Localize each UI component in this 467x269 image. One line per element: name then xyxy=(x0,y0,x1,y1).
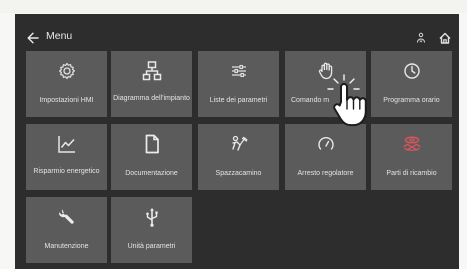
usb-icon xyxy=(145,208,158,227)
hmi-screen: Menu Impostazioni HMI Diagramma dell'imp… xyxy=(15,14,459,269)
gauge-icon xyxy=(317,137,334,150)
tile-liste-parametri[interactable]: Liste dei parametri xyxy=(198,51,279,117)
tile-unita-parametri[interactable]: Unità parametri xyxy=(111,197,192,263)
home-icon[interactable] xyxy=(438,31,452,45)
tile-spazzacamino[interactable]: Spazzacamino xyxy=(198,124,279,190)
tile-label: Risparmio energetico xyxy=(33,168,100,176)
trend-chart-icon xyxy=(57,136,75,153)
tile-manutenzione[interactable]: Manutenzione xyxy=(26,197,107,263)
document-icon xyxy=(145,134,159,154)
spare-parts-icon xyxy=(402,136,421,151)
tile-parti-ricambio[interactable]: Parti di ricambio xyxy=(371,124,452,190)
tile-arresto-regolatore[interactable]: Arresto regolatore xyxy=(285,124,366,190)
gear-icon xyxy=(58,62,75,80)
tile-label: Liste dei parametri xyxy=(209,97,268,105)
hierarchy-icon xyxy=(142,61,161,81)
tile-comando-manuale[interactable]: Comando m xyxy=(285,51,366,117)
chimney-sweep-icon xyxy=(231,135,247,151)
tile-label: Comando m xyxy=(291,97,330,105)
page-title: Menu xyxy=(46,30,73,42)
user-service-icon[interactable] xyxy=(414,31,428,45)
tile-label: Arresto regolatore xyxy=(297,170,354,178)
wrench-icon xyxy=(58,209,74,224)
tile-risparmio-energetico[interactable]: Risparmio energetico xyxy=(26,124,107,190)
hand-stop-icon xyxy=(318,62,332,80)
tile-label: Unità parametri xyxy=(127,243,176,251)
tile-label: Programma orario xyxy=(383,97,440,105)
tile-label: Documentazione xyxy=(125,170,178,178)
tile-label: Diagramma dell'impianto xyxy=(113,95,190,103)
sliders-icon xyxy=(231,64,246,78)
tile-label: Parti di ricambio xyxy=(386,170,437,178)
tile-documentazione[interactable]: Documentazione xyxy=(111,124,192,190)
tile-diagramma-impianto[interactable]: Diagramma dell'impianto xyxy=(111,51,192,117)
tile-impostazioni-hmi[interactable]: Impostazioni HMI xyxy=(26,51,107,117)
back-arrow-icon[interactable] xyxy=(26,31,40,45)
tile-label: Manutenzione xyxy=(44,243,89,251)
top-strip xyxy=(0,0,467,13)
tile-label: Spazzacamino xyxy=(215,170,262,178)
tile-label: Impostazioni HMI xyxy=(39,97,94,105)
tile-programma-orario[interactable]: Programma orario xyxy=(371,51,452,117)
clock-icon xyxy=(403,63,420,79)
